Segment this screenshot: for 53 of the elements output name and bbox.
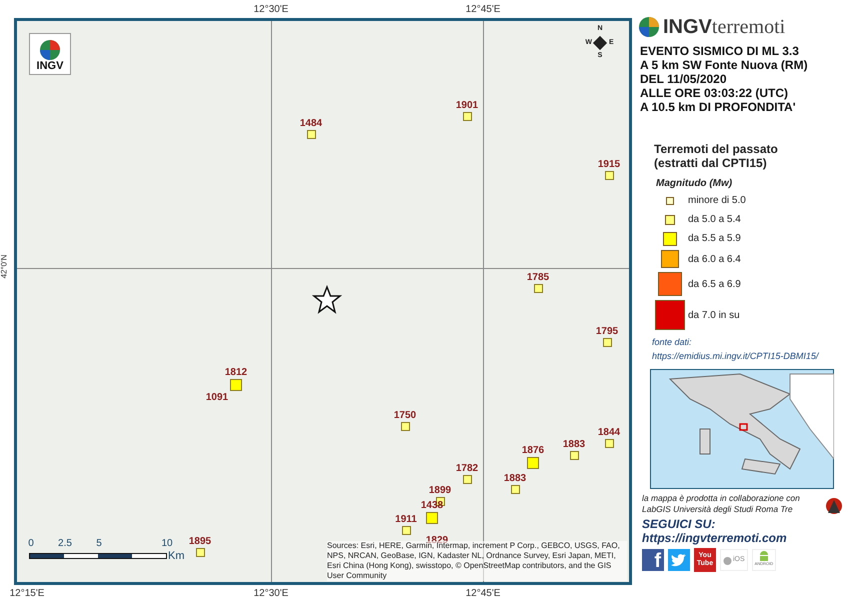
scale-label: 0 — [28, 536, 34, 550]
labgis-logo-icon — [824, 497, 844, 515]
event-year: 1091 — [206, 391, 228, 405]
tick-label: 12°45'E — [466, 3, 500, 17]
tick-label: 12°30'E — [254, 587, 288, 601]
tick-label: 12°30'E — [254, 3, 288, 17]
tick-label: 12°15'E — [10, 587, 44, 601]
star-icon — [312, 285, 342, 315]
event-year: 1844 — [598, 426, 620, 440]
event-year: 1876 — [522, 444, 544, 458]
legend-label: da 7.0 in su — [688, 308, 740, 322]
apple-icon — [723, 555, 732, 565]
globe-icon — [638, 16, 660, 38]
event-year: 1899 — [428, 484, 452, 498]
facebook-button[interactable]: f — [642, 549, 664, 571]
scale-label: 10 — [161, 536, 173, 550]
event-description: EVENTO SISMICO DI ML 3.3 A 5 km SW Fonte Nuova (RM) DEL 11/05/2020 ALLE ORE 03:03:22 (UTC) A 10.5 km DI PROFONDITA' — [639, 44, 809, 114]
event-year: 1484 — [300, 117, 322, 131]
event-year: 1438 — [420, 499, 444, 513]
brand-name: INGVterremoti — [663, 17, 786, 37]
legend-label: da 5.0 a 5.4 — [688, 213, 741, 227]
website-link[interactable]: https://ingvterremoti.com — [638, 531, 844, 546]
event-year: 1915 — [598, 158, 620, 172]
legend-label: minore di 5.0 — [688, 194, 746, 208]
legend-label: da 5.5 a 5.9 — [688, 232, 741, 246]
event-year: 1901 — [456, 99, 478, 113]
scale-label: 2.5 — [58, 536, 72, 550]
twitter-button[interactable] — [668, 549, 690, 571]
logo-text: INGV — [36, 61, 64, 72]
event-year: 1812 — [224, 366, 248, 380]
event-year: 1911 — [395, 513, 417, 527]
event-year: 1785 — [526, 271, 550, 285]
legend-label: da 6.0 a 6.4 — [688, 252, 741, 266]
event-year: 1750 — [394, 409, 416, 423]
robot-icon — [758, 550, 770, 562]
follow-label: SEGUICI SU: — [641, 517, 716, 531]
event-year: 1883 — [504, 472, 526, 486]
tick-label: 12°45'E — [466, 587, 500, 601]
credit-text: la mappa è prodotta in collaborazione con LabGIS Università degli Studi Roma Tre — [642, 493, 801, 515]
legend-label: da 6.5 a 6.9 — [688, 278, 741, 292]
event-year: 1883 — [562, 438, 586, 452]
source-link[interactable]: https://emidius.mi.ingv.it/CPTI15-DBMI15/ — [638, 350, 844, 363]
event-year: 1895 — [188, 535, 212, 549]
tick-label: 42°0'N — [0, 254, 8, 278]
scale-unit: Km — [168, 548, 184, 564]
legend-title: Terremoti del passato (estratti dal CPTI15) — [653, 142, 779, 170]
source-label: fonte dati: — [651, 336, 693, 349]
globe-icon — [39, 39, 61, 61]
scale-label: 5 — [96, 536, 102, 550]
event-year: 1782 — [456, 462, 478, 476]
bird-icon — [671, 554, 687, 566]
event-year: 1795 — [596, 325, 618, 339]
legend-subtitle: Magnitudo (Mw) — [655, 177, 734, 191]
